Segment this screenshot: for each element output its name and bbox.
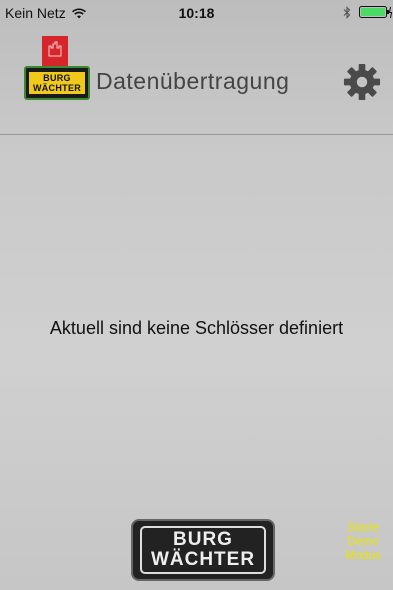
castle-flag-icon <box>42 36 68 75</box>
footer-logo-text-top: BURG <box>173 529 233 550</box>
empty-state-message: Aktuell sind keine Schlösser definiert <box>49 318 344 338</box>
logo-text-bottom: WÄCHTER <box>32 83 82 93</box>
status-time: 10:18 <box>178 5 215 21</box>
status-right <box>343 5 393 19</box>
footer-logo: BURG WÄCHTER <box>131 519 275 581</box>
demo-label-line2: Demo <box>346 534 379 548</box>
page-title: Datenübertragung <box>96 68 290 94</box>
logo-text-top: BURG <box>43 73 71 83</box>
bluetooth-icon <box>343 5 351 19</box>
footer-logo-text-bottom: WÄCHTER <box>150 549 256 570</box>
demo-label-line1: Starte <box>346 520 379 534</box>
logo-badge: BURG WÄCHTER <box>24 66 90 100</box>
castle-icon <box>48 41 62 57</box>
status-bar: Kein Netz 10:18 <box>0 0 393 26</box>
battery-icon <box>359 6 393 19</box>
burg-waechter-logo: BURG WÄCHTER <box>24 36 90 102</box>
demo-label-line3: Modus <box>344 548 382 562</box>
gear-icon[interactable] <box>343 63 381 101</box>
header: BURG WÄCHTER Datenübertragung <box>0 26 393 135</box>
start-demo-mode-button[interactable]: Starte Demo Modus <box>338 520 388 562</box>
